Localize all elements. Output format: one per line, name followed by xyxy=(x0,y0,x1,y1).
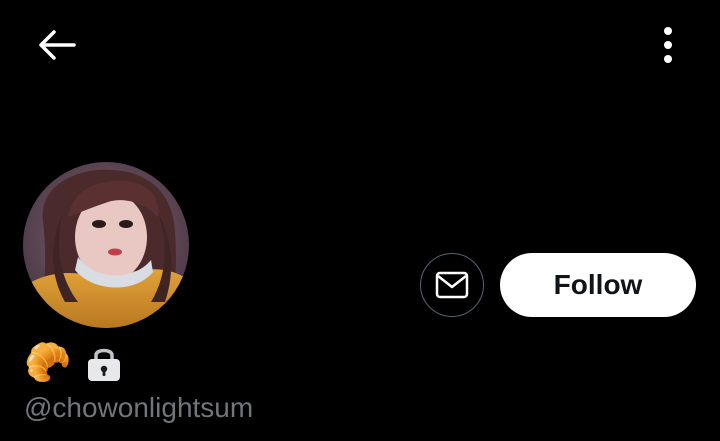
vertical-ellipsis-icon xyxy=(664,27,672,63)
arrow-left-icon xyxy=(39,30,76,60)
avatar[interactable] xyxy=(23,162,189,328)
profile-photo xyxy=(23,162,189,328)
message-button[interactable] xyxy=(420,253,484,317)
profile-badges: 🥐 xyxy=(24,340,123,386)
envelope-icon xyxy=(435,271,469,299)
follow-button[interactable]: Follow xyxy=(500,253,696,317)
back-button[interactable] xyxy=(34,26,78,64)
more-options-button[interactable] xyxy=(648,22,688,68)
croissant-emoji: 🥐 xyxy=(24,342,72,384)
profile-handle: @chowonlightsum xyxy=(24,392,254,423)
lock-icon xyxy=(85,343,123,383)
top-bar xyxy=(0,0,720,90)
